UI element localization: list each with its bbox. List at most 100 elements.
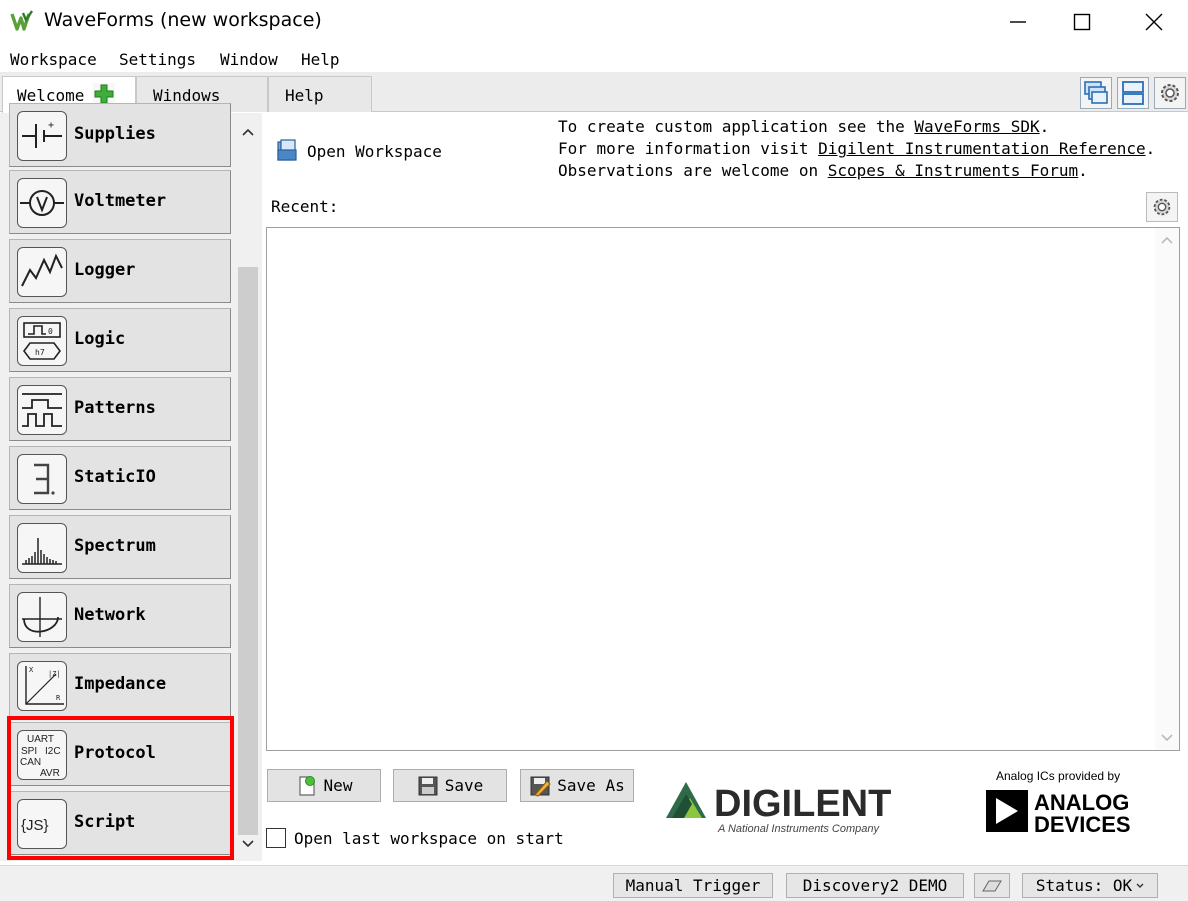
patterns-icon	[17, 385, 67, 435]
manual-trigger-label: Manual Trigger	[625, 876, 761, 895]
instruments-scrollbar-thumb[interactable]	[238, 267, 258, 835]
instrument-voltmeter[interactable]: Voltmeter	[9, 170, 231, 234]
add-plus-icon[interactable]	[93, 83, 115, 105]
status-label: Status: OK	[1035, 876, 1133, 895]
open-workspace-link[interactable]: Open Workspace	[275, 138, 442, 164]
eraser-icon	[982, 880, 1002, 891]
impedance-icon-x-text: X	[29, 666, 34, 674]
close-button[interactable]	[1118, 0, 1188, 44]
logic-icon-top-text: 0	[48, 327, 53, 336]
info-line-suffix: .	[1078, 161, 1088, 180]
recent-label: Recent:	[271, 197, 339, 216]
save-disk-icon	[418, 776, 438, 795]
info-text: To create custom application see the Wav…	[558, 116, 1155, 182]
recent-list-scrollbar[interactable]	[1155, 228, 1179, 750]
device-selector[interactable]: Discovery2 DEMO	[786, 873, 964, 898]
status-bar: Manual Trigger Discovery2 DEMO Status: O…	[0, 865, 1188, 901]
settings-button[interactable]	[1154, 77, 1186, 109]
menu-settings[interactable]: Settings	[119, 50, 196, 69]
tab-help-label: Help	[285, 86, 324, 105]
impedance-icon: X |Z| R	[17, 661, 67, 711]
menu-workspace[interactable]: Workspace	[10, 50, 97, 69]
digilent-logo: DIGILENT A National Instruments Company	[666, 782, 891, 835]
open-last-workspace-option[interactable]: Open last workspace on start	[266, 828, 564, 848]
device-label: Discovery2 DEMO	[802, 876, 948, 895]
menu-help[interactable]: Help	[301, 50, 340, 69]
save-button[interactable]: Save	[393, 769, 507, 802]
instrument-label: Patterns	[74, 398, 156, 418]
menu-window[interactable]: Window	[220, 50, 278, 69]
window-title: WaveForms (new workspace)	[44, 9, 322, 31]
tile-windows-icon	[1122, 81, 1144, 105]
minimize-button[interactable]	[982, 0, 1054, 44]
instrument-label: Logger	[74, 260, 136, 280]
waveforms-sdk-link[interactable]: WaveForms SDK	[914, 117, 1039, 136]
instrument-label: Impedance	[74, 674, 167, 694]
instrument-network[interactable]: Network	[9, 584, 231, 648]
close-icon	[1145, 13, 1163, 31]
instrument-supplies[interactable]: + Supplies	[9, 103, 231, 167]
menu-bar: Workspace Settings Window Help	[0, 46, 1188, 72]
logger-icon	[17, 247, 67, 297]
waveforms-logo-icon	[10, 10, 33, 31]
tab-help[interactable]: Help	[268, 76, 372, 112]
open-last-workspace-checkbox[interactable]	[266, 828, 286, 848]
info-line-suffix: .	[1039, 117, 1050, 136]
new-button[interactable]: New	[267, 769, 381, 802]
recent-workspaces-list[interactable]	[266, 227, 1180, 751]
maximize-icon	[1073, 13, 1091, 31]
info-line-text: To create custom application see the	[558, 117, 915, 136]
tile-windows-button[interactable]	[1117, 77, 1149, 109]
info-line-text: Observations are welcome on	[558, 161, 828, 180]
chevron-down-icon	[242, 840, 254, 848]
logic-icon-bottom-text: h7	[35, 348, 45, 357]
network-icon	[17, 592, 67, 642]
chevron-down-icon	[1136, 883, 1144, 888]
recent-settings-button[interactable]	[1146, 192, 1178, 222]
chevron-up-icon	[242, 128, 254, 136]
digilent-tagline: A National Instruments Company	[717, 823, 880, 835]
scroll-up-button[interactable]	[238, 121, 258, 143]
instrument-label: Logic	[74, 329, 126, 349]
instrument-patterns[interactable]: Patterns	[9, 377, 231, 441]
instrumentation-reference-link[interactable]: Digilent Instrumentation Reference	[818, 139, 1146, 158]
manual-trigger-button[interactable]: Manual Trigger	[613, 873, 773, 898]
open-last-workspace-label: Open last workspace on start	[294, 828, 564, 848]
info-line-forum: Observations are welcome on Scopes & Ins…	[558, 160, 1155, 182]
title-bar: WaveForms (new workspace)	[0, 0, 1188, 44]
instrument-spectrum[interactable]: Spectrum	[9, 515, 231, 579]
chevron-down-icon[interactable]	[1161, 734, 1173, 742]
info-line-reference: For more information visit Digilent Inst…	[558, 138, 1155, 160]
instrument-staticio[interactable]: StaticIO	[9, 446, 231, 510]
spectrum-icon	[17, 523, 67, 573]
instrument-impedance[interactable]: X |Z| R Impedance	[9, 653, 231, 717]
instrument-label: Supplies	[74, 124, 156, 144]
voltmeter-icon	[17, 178, 67, 228]
save-button-label: Save	[444, 776, 484, 795]
maximize-button[interactable]	[1046, 0, 1118, 44]
save-as-button[interactable]: Save As	[520, 769, 634, 802]
gear-icon	[1153, 198, 1171, 216]
minimize-icon	[1010, 21, 1026, 23]
analog-devices-logo: ANALOG DEVICES	[986, 790, 1131, 836]
cascade-windows-button[interactable]	[1080, 77, 1112, 109]
chevron-up-icon[interactable]	[1161, 236, 1173, 244]
impedance-icon-z-text: |Z|	[48, 670, 61, 678]
open-workspace-label: Open Workspace	[307, 141, 442, 161]
status-indicator[interactable]: Status: OK	[1022, 873, 1158, 898]
instrument-logic[interactable]: 0 h7 Logic	[9, 308, 231, 372]
new-document-icon	[298, 775, 315, 796]
logic-icon: 0 h7	[17, 316, 67, 366]
instrument-logger[interactable]: Logger	[9, 239, 231, 303]
forum-link[interactable]: Scopes & Instruments Forum	[828, 161, 1078, 180]
save-as-icon	[530, 776, 551, 797]
scroll-down-button[interactable]	[238, 833, 258, 855]
new-button-label: New	[323, 776, 353, 795]
gear-icon	[1161, 84, 1179, 102]
eraser-button[interactable]	[974, 873, 1010, 898]
instrument-label: Voltmeter	[74, 191, 167, 211]
info-line-text: For more information visit	[558, 139, 819, 158]
highlight-box	[7, 716, 234, 860]
adi-caption: Analog ICs provided by	[996, 769, 1121, 783]
svg-text:+: +	[48, 120, 54, 131]
